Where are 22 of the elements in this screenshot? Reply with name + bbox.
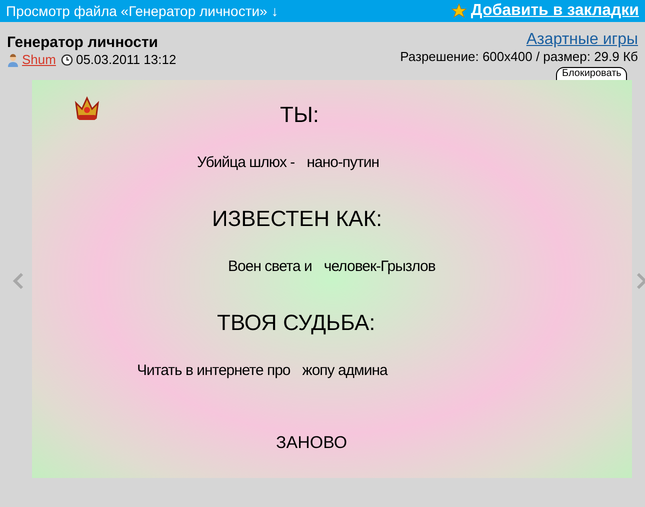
page-title: Просмотр файла «Генератор личности» ↓ (6, 2, 278, 21)
category-link[interactable]: Азартные игры (526, 30, 638, 49)
result-text: человек-Грызлов (324, 258, 436, 276)
file-title: Генератор личности (7, 34, 160, 52)
bookmark-link[interactable]: Добавить в закладки (470, 0, 639, 23)
result-text: Убийца шлюх - (197, 154, 295, 172)
file-info: Разрешение: 600x400 / размер: 29.9 Кб (400, 49, 638, 65)
block-button[interactable]: Блокировать (556, 67, 628, 80)
result-text: нано-путин (306, 154, 380, 172)
date-text: 05.03.2011 13:12 (76, 52, 176, 68)
author-link[interactable]: Shum (22, 52, 56, 68)
heading-text: ИЗВЕСТЕН КАК: (212, 206, 382, 232)
heading-text: ТВОЯ СУДЬБА: (217, 310, 376, 336)
star-icon (450, 3, 467, 19)
clock-icon (60, 54, 73, 66)
result-text: жопу админа (302, 362, 388, 380)
result-text: Воен света и (228, 258, 312, 276)
crown-icon (74, 95, 100, 122)
result-text: Читать в интернете про (137, 362, 290, 380)
heading-text: ТЫ: (280, 102, 320, 128)
user-icon (7, 54, 19, 66)
restart-button[interactable]: ЗАНОВО (276, 430, 348, 456)
